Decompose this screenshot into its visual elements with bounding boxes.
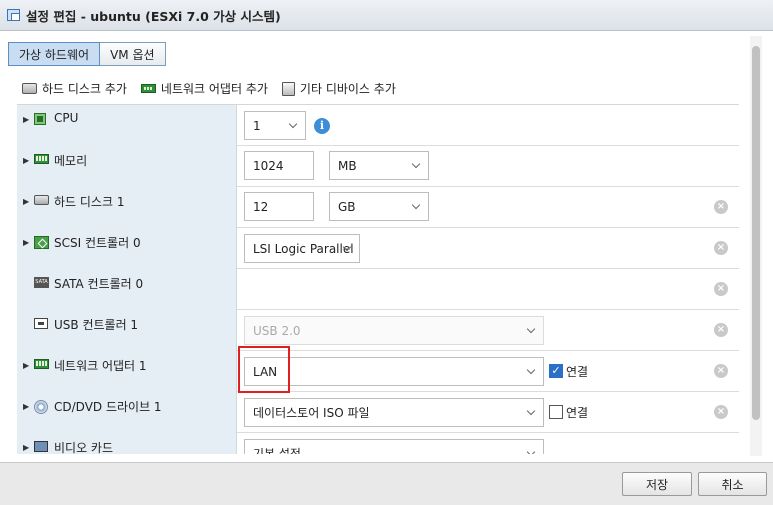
cpu-count-select[interactable]: 1 [244, 111, 306, 140]
memory-icon [34, 154, 49, 164]
hardware-row-memory: ▶ 메모리 1024 MB [17, 146, 739, 187]
memory-label: 메모리 [54, 154, 88, 168]
usb-type-select[interactable]: USB 2.0 [244, 316, 544, 345]
network-adapter-icon [140, 84, 156, 93]
cdrom-label: CD/DVD 드라이브 1 [54, 400, 162, 414]
scsi-controller-icon [34, 236, 49, 249]
hardware-row-usb: USB 컨트롤러 1 USB 2.0 × [17, 310, 739, 351]
remove-icon[interactable]: × [714, 200, 728, 214]
remove-icon[interactable]: × [714, 241, 728, 255]
network-select[interactable]: LAN [244, 357, 544, 386]
scrollbar-thumb[interactable] [752, 46, 760, 420]
add-hard-disk-button[interactable]: 하드 디스크 추가 [22, 80, 127, 97]
scsi-label: SCSI 컨트롤러 0 [54, 236, 141, 250]
cdrom-media-select[interactable]: 데이터스토어 ISO 파일 [244, 398, 544, 427]
nic-connect-checkbox[interactable]: ✓ [549, 364, 563, 378]
window-titlebar: 설정 편집 - ubuntu (ESXi 7.0 가상 시스템) [0, 0, 773, 31]
network-adapter-label: 네트워크 어댑터 1 [54, 359, 147, 373]
expand-arrow-icon[interactable]: ▶ [23, 238, 29, 247]
remove-icon[interactable]: × [714, 364, 728, 378]
expand-arrow-icon[interactable]: ▶ [23, 197, 29, 206]
video-settings-select[interactable]: 기본 설정 [244, 439, 544, 454]
disk-size-input[interactable]: 12 [244, 192, 314, 221]
add-other-device-button[interactable]: 기타 디바이스 추가 [281, 80, 396, 97]
scsi-type-select[interactable]: LSI Logic Parallel [244, 234, 360, 263]
hardware-row-sata: SATA SATA 컨트롤러 0 × [17, 269, 739, 310]
hardware-row-scsi: ▶ SCSI 컨트롤러 0 LSI Logic Parallel × [17, 228, 739, 269]
sata-label: SATA 컨트롤러 0 [54, 277, 144, 291]
info-icon[interactable]: i [314, 118, 330, 134]
expand-arrow-icon[interactable]: ▶ [23, 361, 29, 370]
disk-unit-select[interactable]: GB [329, 192, 429, 221]
tab-vm-options[interactable]: VM 옵션 [100, 42, 166, 66]
network-adapter-icon [34, 359, 49, 369]
add-hard-disk-label: 하드 디스크 추가 [42, 82, 127, 96]
usb-controller-icon [34, 318, 48, 329]
expand-arrow-icon[interactable]: ▶ [23, 443, 29, 452]
expand-arrow-icon[interactable]: ▶ [23, 115, 29, 124]
settings-tabs: 가상 하드웨어 VM 옵션 [8, 42, 166, 66]
add-network-adapter-button[interactable]: 네트워크 어댑터 추가 [140, 80, 268, 97]
tab-virtual-hardware[interactable]: 가상 하드웨어 [8, 42, 101, 66]
usb-label: USB 컨트롤러 1 [54, 318, 139, 332]
hardware-row-network-adapter: ▶ 네트워크 어댑터 1 LAN ✓ 연결 × [17, 351, 739, 392]
sata-controller-icon: SATA [34, 277, 49, 288]
cpu-icon [34, 113, 46, 125]
hardware-row-hard-disk: ▶ 하드 디스크 1 12 GB × [17, 187, 739, 228]
video-card-label: 비디오 카드 [54, 441, 114, 454]
remove-icon[interactable]: × [714, 323, 728, 337]
window-title: 설정 편집 - ubuntu (ESXi 7.0 가상 시스템) [26, 8, 281, 24]
nic-connect-label: 연결 [566, 365, 589, 379]
add-network-adapter-label: 네트워크 어댑터 추가 [160, 82, 268, 96]
vm-settings-icon [7, 9, 20, 21]
cdrom-connect-checkbox[interactable] [549, 405, 563, 419]
video-card-icon [34, 441, 48, 452]
cdrom-connect-label: 연결 [566, 406, 589, 420]
add-other-device-label: 기타 디바이스 추가 [299, 82, 396, 96]
cancel-button[interactable]: 취소 [698, 472, 767, 496]
hardware-table: ▶ CPU 1 i ▶ 메모리 1024 MB ▶ 하드 디스크 1 12 GB… [17, 104, 739, 454]
memory-unit-select[interactable]: MB [329, 151, 429, 180]
expand-arrow-icon[interactable]: ▶ [23, 402, 29, 411]
save-button[interactable]: 저장 [622, 472, 692, 496]
hardware-row-video: ▶ 비디오 카드 기본 설정 [17, 433, 739, 454]
hardware-toolbar: 하드 디스크 추가 네트워크 어댑터 추가 기타 디바이스 추가 [22, 80, 396, 97]
hard-disk-label: 하드 디스크 1 [54, 195, 125, 209]
device-icon [281, 81, 295, 96]
cpu-label: CPU [54, 111, 79, 125]
hard-disk-icon [22, 83, 37, 94]
hardware-row-cdrom: ▶ CD/DVD 드라이브 1 데이터스토어 ISO 파일 연결 × [17, 392, 739, 433]
hard-disk-icon [34, 195, 49, 205]
remove-icon[interactable]: × [714, 405, 728, 419]
remove-icon[interactable]: × [714, 282, 728, 296]
dialog-footer: 저장 취소 [0, 462, 773, 505]
memory-size-input[interactable]: 1024 [244, 151, 314, 180]
hardware-row-cpu: ▶ CPU 1 i [17, 105, 739, 146]
cd-dvd-icon [34, 400, 48, 414]
expand-arrow-icon[interactable]: ▶ [23, 156, 29, 165]
